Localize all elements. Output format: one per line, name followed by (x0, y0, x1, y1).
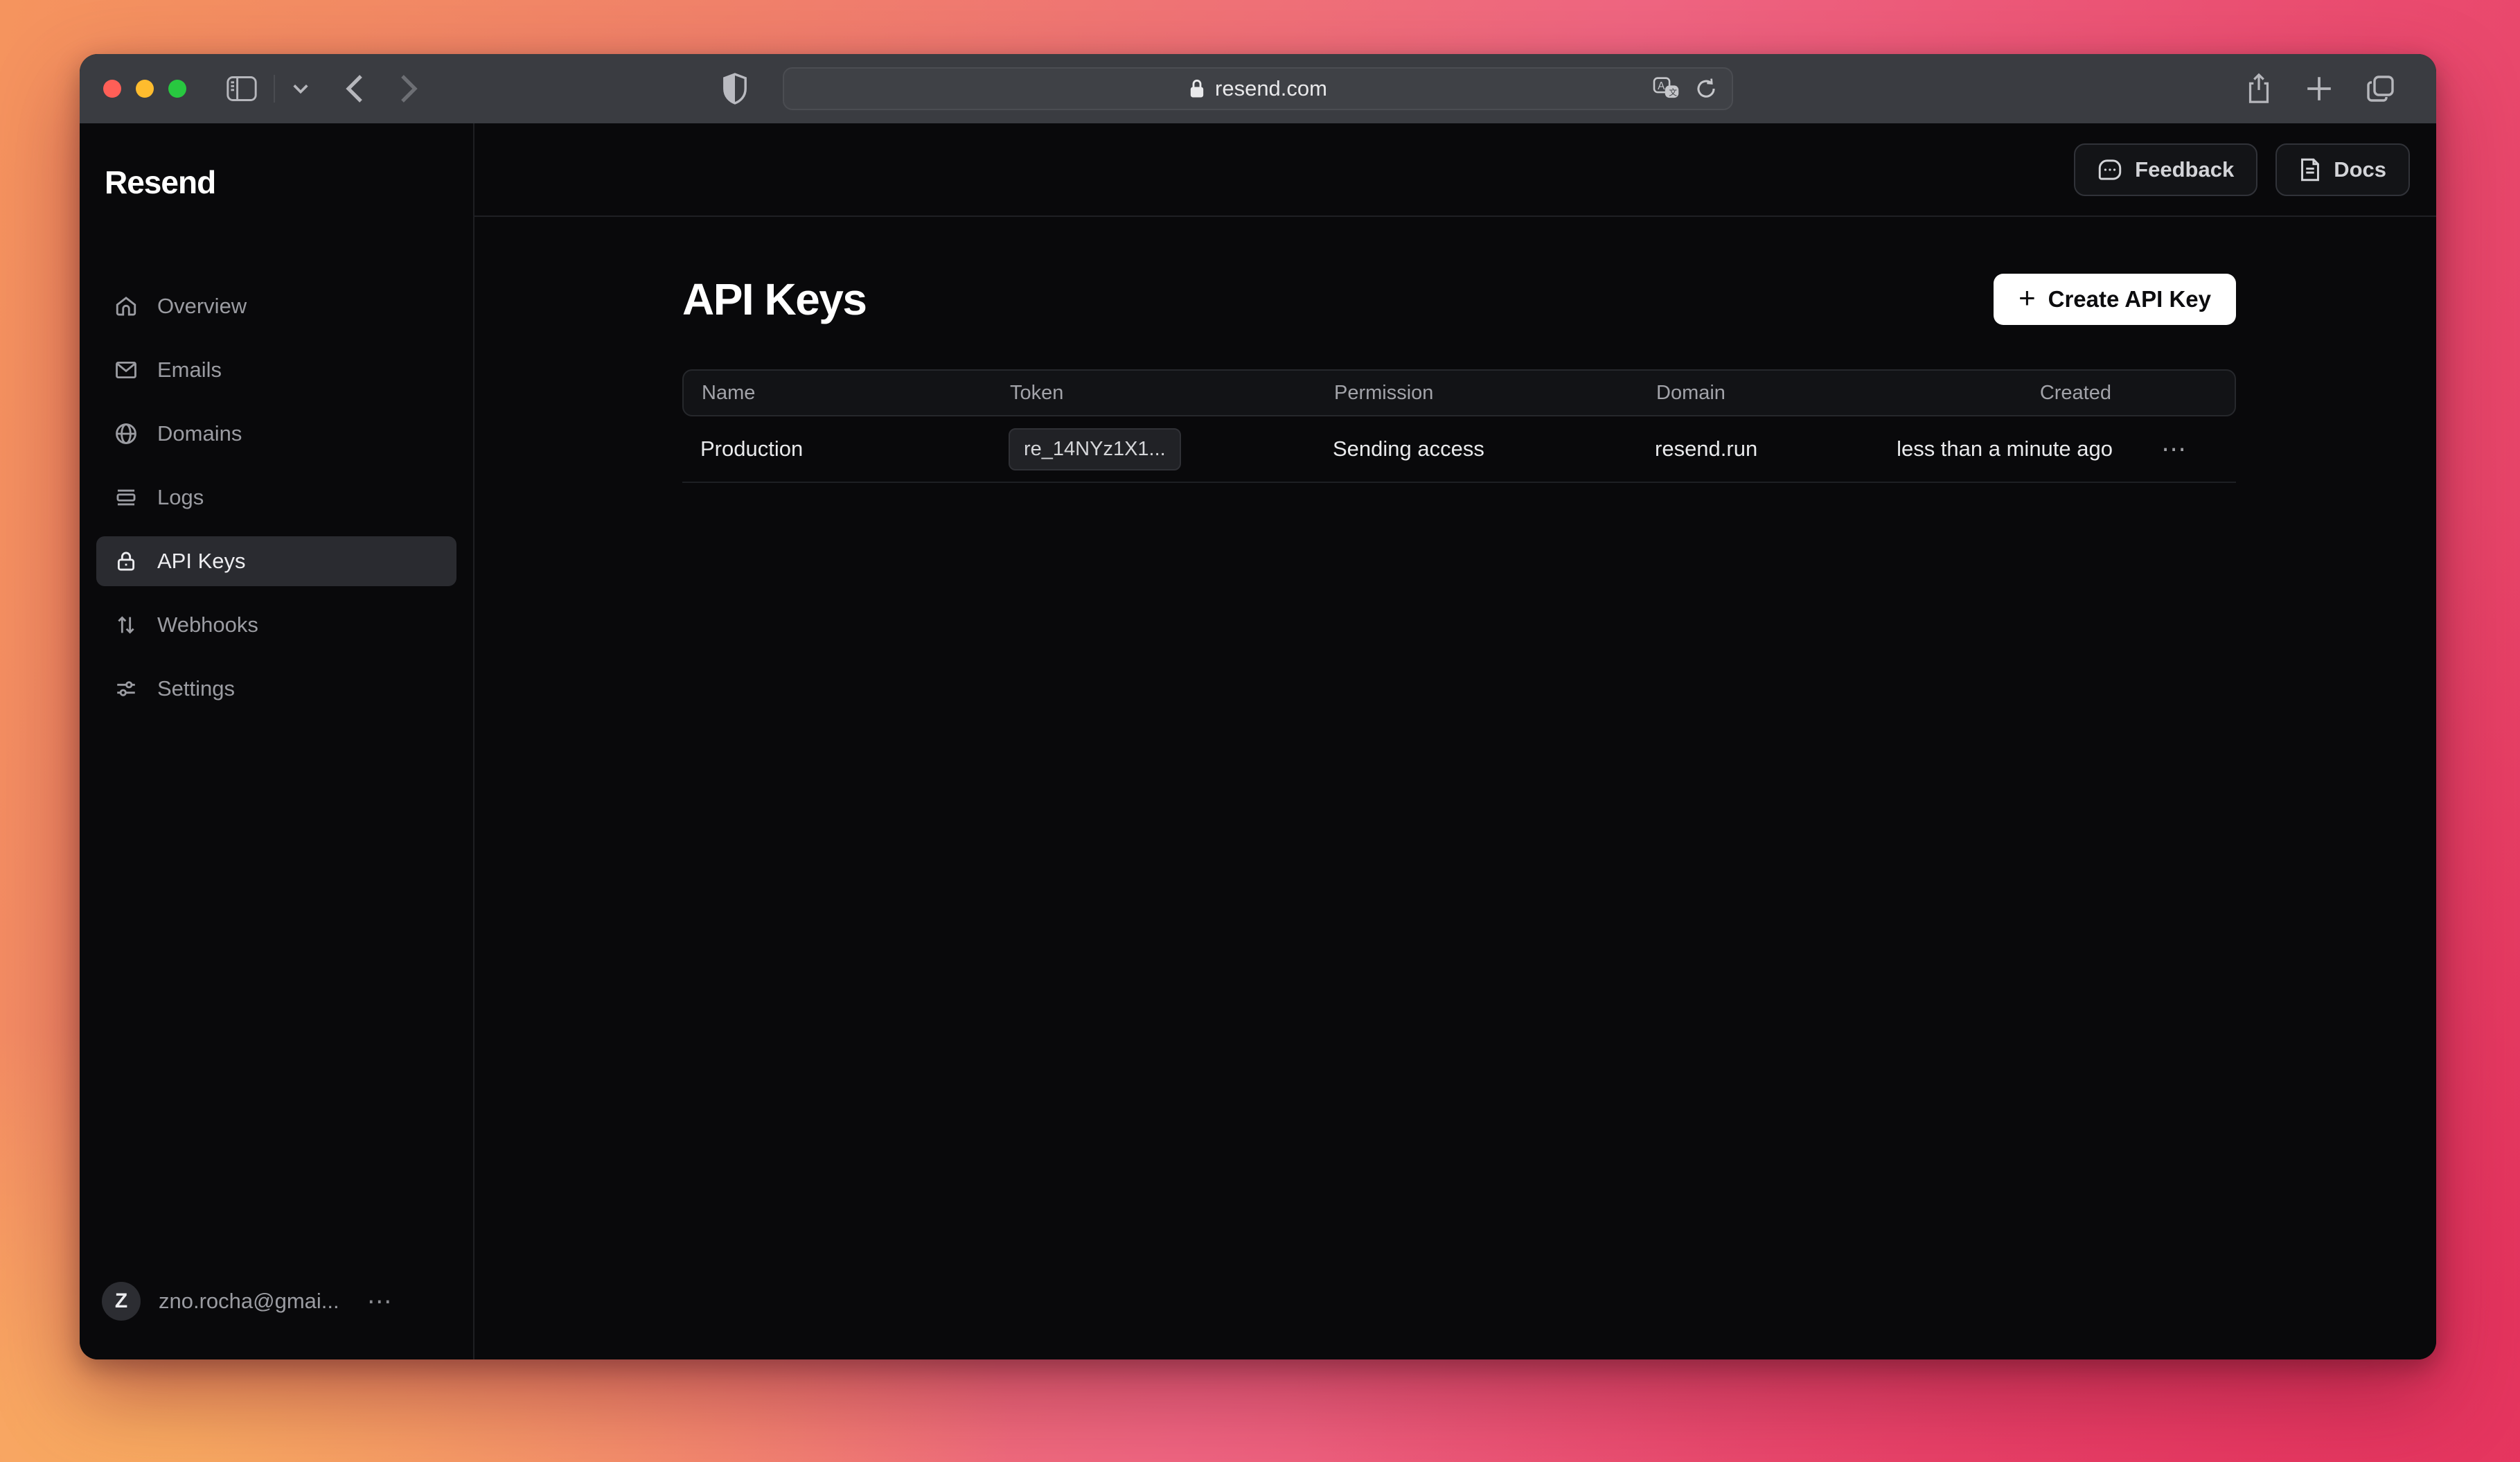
page-content: API Keys + Create API Key Name Token Per… (474, 217, 2436, 483)
create-api-key-label: Create API Key (2048, 286, 2211, 312)
document-icon (2299, 157, 2321, 182)
reload-icon[interactable] (1694, 77, 1718, 100)
browser-window: resend.com A 文 (80, 54, 2436, 1359)
sidebar-toggle-icon[interactable] (227, 76, 257, 102)
svg-text:文: 文 (1669, 87, 1677, 97)
account-switcher[interactable]: Z zno.rocha@gmai... ⋯ (80, 1282, 473, 1321)
account-menu-icon[interactable]: ⋯ (367, 1287, 394, 1316)
avatar: Z (102, 1282, 141, 1321)
page-title: API Keys (682, 274, 866, 325)
sidebar-item-emails[interactable]: Emails (96, 345, 456, 395)
row-more-options-icon[interactable]: ⋯ (2113, 434, 2236, 464)
feedback-label: Feedback (2135, 157, 2234, 182)
sidebar-item-webhooks[interactable]: Webhooks (96, 600, 456, 650)
lock-icon (114, 549, 138, 573)
api-key-domain: resend.run (1655, 437, 1873, 461)
sidebar-item-label: Settings (157, 676, 235, 701)
close-window-button[interactable] (103, 80, 121, 98)
padlock-icon (1189, 78, 1205, 99)
sidebar-item-label: Emails (157, 358, 222, 382)
sidebar-item-label: Overview (157, 294, 247, 319)
minimize-window-button[interactable] (136, 80, 154, 98)
new-tab-icon[interactable] (2305, 74, 2334, 103)
column-header-permission: Permission (1334, 382, 1656, 405)
api-key-created: less than a minute ago (1873, 437, 2113, 461)
feedback-bubble-icon (2097, 158, 2122, 182)
translate-icon[interactable]: A 文 (1653, 77, 1679, 100)
toolbar-separator (274, 75, 275, 103)
sidebar-item-label: Domains (157, 421, 242, 446)
resend-logo: Resend (105, 164, 473, 201)
table-row: Production re_14NYz1X1... Sending access… (682, 416, 2236, 483)
sidebar: Resend Overview Emails (80, 123, 474, 1359)
column-header-token: Token (999, 382, 1334, 405)
table-header-row: Name Token Permission Domain Created (682, 369, 2236, 416)
sidebar-item-label: API Keys (157, 549, 246, 574)
account-email: zno.rocha@gmai... (159, 1289, 339, 1314)
plus-icon: + (2018, 283, 2036, 312)
api-key-permission: Sending access (1333, 437, 1655, 461)
browser-titlebar: resend.com A 文 (80, 54, 2436, 123)
docs-button[interactable]: Docs (2275, 143, 2410, 196)
share-icon[interactable] (2245, 73, 2273, 105)
top-header: Feedback Docs (474, 123, 2436, 217)
back-button[interactable] (346, 74, 364, 103)
docs-label: Docs (2334, 157, 2386, 182)
sidebar-item-logs[interactable]: Logs (96, 473, 456, 522)
sidebar-item-api-keys[interactable]: API Keys (96, 536, 456, 586)
column-header-domain: Domain (1656, 382, 1874, 405)
forward-button (400, 74, 418, 103)
envelope-icon (114, 358, 138, 382)
feedback-button[interactable]: Feedback (2074, 143, 2257, 196)
address-bar[interactable]: resend.com A 文 (783, 67, 1733, 110)
traffic-lights (103, 80, 186, 98)
create-api-key-button[interactable]: + Create API Key (1994, 274, 2236, 325)
column-header-created: Created (1874, 382, 2111, 405)
sidebar-item-label: Webhooks (157, 613, 258, 637)
zoom-window-button[interactable] (168, 80, 186, 98)
api-keys-table: Name Token Permission Domain Created Pro… (682, 369, 2236, 483)
svg-text:A: A (1658, 80, 1665, 92)
sidebar-item-overview[interactable]: Overview (96, 281, 456, 331)
sidebar-item-settings[interactable]: Settings (96, 664, 456, 714)
logs-icon (114, 486, 138, 509)
globe-icon (114, 422, 138, 446)
tab-overview-icon[interactable] (2366, 73, 2396, 104)
token-chip[interactable]: re_14NYz1X1... (1009, 428, 1181, 470)
column-header-name: Name (684, 382, 999, 405)
main-panel: Feedback Docs API Keys + Create A (474, 123, 2436, 1359)
sidebar-nav: Overview Emails Domains (80, 281, 473, 714)
chevron-down-icon[interactable] (292, 83, 310, 94)
sidebar-item-domains[interactable]: Domains (96, 409, 456, 459)
content-blocker-shield-icon[interactable] (722, 72, 748, 109)
arrows-up-down-icon (114, 613, 138, 637)
url-text: resend.com (1215, 76, 1327, 101)
api-key-name: Production (682, 437, 997, 461)
sliders-icon (114, 677, 138, 701)
sidebar-item-label: Logs (157, 485, 204, 510)
home-icon (114, 294, 138, 318)
